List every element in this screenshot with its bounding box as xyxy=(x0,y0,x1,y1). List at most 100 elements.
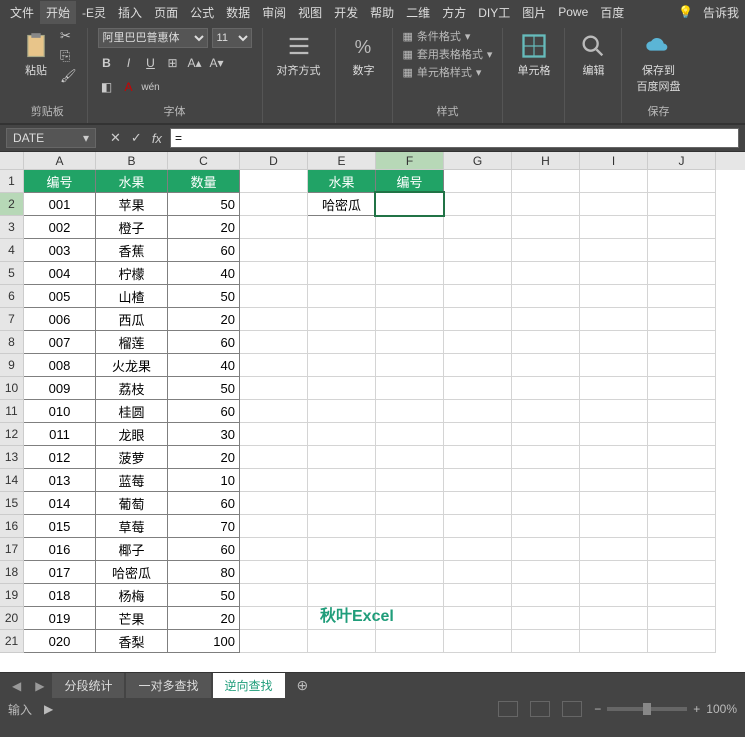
cell-E14[interactable] xyxy=(308,469,376,492)
number-button[interactable]: % 数字 xyxy=(346,28,382,82)
view-pagebreak-button[interactable] xyxy=(562,701,582,717)
cell-D14[interactable] xyxy=(240,469,308,492)
cell-D9[interactable] xyxy=(240,354,308,377)
cell-C21[interactable]: 100 xyxy=(168,630,240,653)
cell-C16[interactable]: 70 xyxy=(168,515,240,538)
underline-button[interactable]: U xyxy=(142,54,160,72)
col-header-G[interactable]: G xyxy=(444,152,512,170)
cell-B1[interactable]: 水果 xyxy=(96,170,168,193)
cell-F10[interactable] xyxy=(376,377,444,400)
cell-E1[interactable]: 水果 xyxy=(308,170,376,193)
cell-H19[interactable] xyxy=(512,584,580,607)
cell-C17[interactable]: 60 xyxy=(168,538,240,561)
cell-D10[interactable] xyxy=(240,377,308,400)
cell-D6[interactable] xyxy=(240,285,308,308)
cell-B20[interactable]: 芒果 xyxy=(96,607,168,630)
cell-A20[interactable]: 019 xyxy=(24,607,96,630)
cell-G1[interactable] xyxy=(444,170,512,193)
macro-record-icon[interactable]: ▶ xyxy=(44,702,53,716)
cell-C1[interactable]: 数量 xyxy=(168,170,240,193)
row-header-11[interactable]: 11 xyxy=(0,400,24,423)
name-box-dropdown[interactable]: ▾ xyxy=(77,131,95,145)
row-header-20[interactable]: 20 xyxy=(0,607,24,630)
cell-I16[interactable] xyxy=(580,515,648,538)
cell-C12[interactable]: 30 xyxy=(168,423,240,446)
cell-I18[interactable] xyxy=(580,561,648,584)
cell-D1[interactable] xyxy=(240,170,308,193)
col-header-E[interactable]: E xyxy=(308,152,376,170)
cell-E13[interactable] xyxy=(308,446,376,469)
cell-I9[interactable] xyxy=(580,354,648,377)
name-box[interactable]: ▾ xyxy=(6,128,96,148)
cell-J6[interactable] xyxy=(648,285,716,308)
cell-C6[interactable]: 50 xyxy=(168,285,240,308)
cell-I10[interactable] xyxy=(580,377,648,400)
cell-I1[interactable] xyxy=(580,170,648,193)
row-header-2[interactable]: 2 xyxy=(0,193,24,216)
menu-item-1[interactable]: 开始 xyxy=(40,1,76,24)
cell-A7[interactable]: 006 xyxy=(24,308,96,331)
cell-E4[interactable] xyxy=(308,239,376,262)
paste-button[interactable]: 粘贴 xyxy=(18,28,54,82)
menu-item-6[interactable]: 数据 xyxy=(220,1,256,24)
menu-item-13[interactable]: DIY工 xyxy=(472,1,516,24)
cell-I19[interactable] xyxy=(580,584,648,607)
cell-D8[interactable] xyxy=(240,331,308,354)
cell-E15[interactable] xyxy=(308,492,376,515)
save-baidu-button[interactable]: 保存到 百度网盘 xyxy=(632,28,684,98)
sheet-tab-2[interactable]: 逆向查找 xyxy=(213,673,285,698)
cell-B21[interactable]: 香梨 xyxy=(96,630,168,653)
row-header-10[interactable]: 10 xyxy=(0,377,24,400)
cell-I4[interactable] xyxy=(580,239,648,262)
cell-H8[interactable] xyxy=(512,331,580,354)
zoom-out-button[interactable]: − xyxy=(594,702,601,716)
menu-item-9[interactable]: 开发 xyxy=(328,1,364,24)
cell-G13[interactable] xyxy=(444,446,512,469)
select-all-corner[interactable] xyxy=(0,152,24,170)
menu-item-4[interactable]: 页面 xyxy=(148,1,184,24)
sheet-tab-1[interactable]: 一对多查找 xyxy=(126,673,210,698)
cell-F18[interactable] xyxy=(376,561,444,584)
cell-B2[interactable]: 苹果 xyxy=(96,193,168,216)
cell-G2[interactable] xyxy=(444,193,512,216)
copy-button[interactable]: ⎘ xyxy=(60,48,77,64)
cell-G17[interactable] xyxy=(444,538,512,561)
cell-H2[interactable] xyxy=(512,193,580,216)
menu-item-14[interactable]: 图片 xyxy=(516,1,552,24)
cell-D20[interactable] xyxy=(240,607,308,630)
cell-F6[interactable] xyxy=(376,285,444,308)
cell-D2[interactable] xyxy=(240,193,308,216)
conditional-format-button[interactable]: ▦条件格式▾ xyxy=(403,28,493,44)
cell-F7[interactable] xyxy=(376,308,444,331)
row-header-21[interactable]: 21 xyxy=(0,630,24,653)
cell-A3[interactable]: 002 xyxy=(24,216,96,239)
col-header-B[interactable]: B xyxy=(96,152,168,170)
cell-J12[interactable] xyxy=(648,423,716,446)
menu-item-10[interactable]: 帮助 xyxy=(364,1,400,24)
cell-E21[interactable] xyxy=(308,630,376,653)
cell-B9[interactable]: 火龙果 xyxy=(96,354,168,377)
cell-G3[interactable] xyxy=(444,216,512,239)
cell-A16[interactable]: 015 xyxy=(24,515,96,538)
cell-F13[interactable] xyxy=(376,446,444,469)
cell-C7[interactable]: 20 xyxy=(168,308,240,331)
cell-H16[interactable] xyxy=(512,515,580,538)
row-header-17[interactable]: 17 xyxy=(0,538,24,561)
cell-A19[interactable]: 018 xyxy=(24,584,96,607)
row-header-6[interactable]: 6 xyxy=(0,285,24,308)
cell-B17[interactable]: 椰子 xyxy=(96,538,168,561)
cell-C4[interactable]: 60 xyxy=(168,239,240,262)
cell-A2[interactable]: 001 xyxy=(24,193,96,216)
cancel-formula-button[interactable]: ✕ xyxy=(110,130,121,146)
cell-E17[interactable] xyxy=(308,538,376,561)
row-header-15[interactable]: 15 xyxy=(0,492,24,515)
cell-J20[interactable] xyxy=(648,607,716,630)
bold-button[interactable]: B xyxy=(98,54,116,72)
cell-B7[interactable]: 西瓜 xyxy=(96,308,168,331)
cell-C8[interactable]: 60 xyxy=(168,331,240,354)
cell-B14[interactable]: 蓝莓 xyxy=(96,469,168,492)
border-button[interactable]: ⊞ xyxy=(164,54,182,72)
cell-A9[interactable]: 008 xyxy=(24,354,96,377)
cell-F3[interactable] xyxy=(376,216,444,239)
cell-J10[interactable] xyxy=(648,377,716,400)
